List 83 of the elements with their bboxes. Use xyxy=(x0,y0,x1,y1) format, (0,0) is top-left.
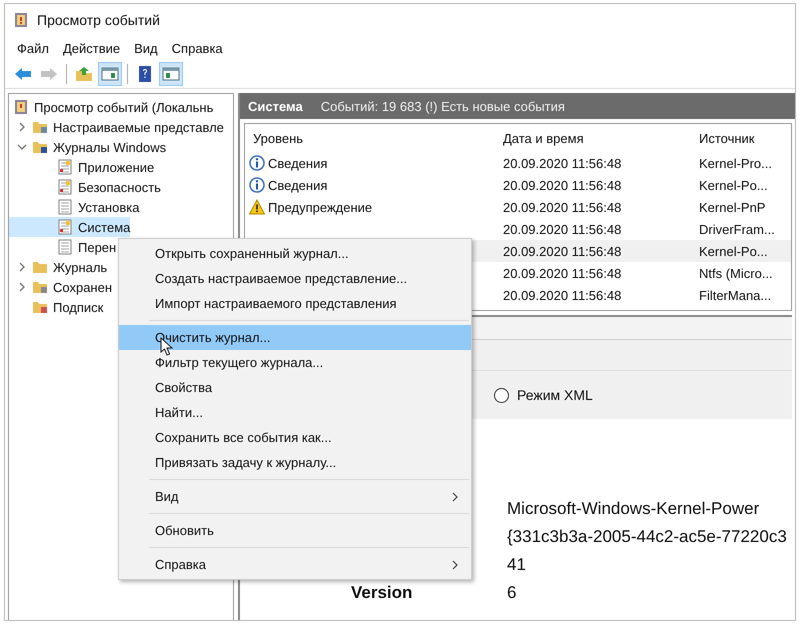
log-icon xyxy=(57,179,73,195)
folder-icon xyxy=(32,119,48,135)
table-cell-text: 20.09.2020 11:56:48 xyxy=(502,178,622,192)
tree-item[interactable]: Журналы Windows xyxy=(9,137,166,157)
table-cell-text: 20.09.2020 11:56:48 xyxy=(502,288,622,302)
menu-item[interactable]: Привязать задачу к журналу... xyxy=(119,450,471,475)
menu-item[interactable]: Вид xyxy=(119,484,471,509)
pane-icon xyxy=(162,65,180,83)
folder-icon xyxy=(32,279,48,295)
column-header[interactable]: Уровень xyxy=(245,130,495,146)
table-cell-text: Kernel-PnP xyxy=(698,200,766,214)
menu-item[interactable]: Файл xyxy=(11,38,55,58)
event-count: Событий: 19 683 (!) Есть новые события xyxy=(320,98,565,114)
chevron-down-icon[interactable] xyxy=(17,142,27,152)
property-value: 6 xyxy=(507,583,518,603)
table-cell-text: DriverFram... xyxy=(698,222,776,236)
table-cell-text: Kernel-Po... xyxy=(698,244,769,258)
property-name: Version xyxy=(350,583,414,603)
table-cell-text: Kernel-Pro... xyxy=(698,156,773,170)
table-cell-text: 20.09.2020 11:56:48 xyxy=(502,244,622,258)
table-cell-text: Ntfs (Micro... xyxy=(698,266,774,280)
table-cell-text: FilterMana... xyxy=(698,288,772,302)
folder-up-icon xyxy=(75,65,93,83)
menu-item[interactable]: Сохранить все события как... xyxy=(119,425,471,450)
log-icon xyxy=(57,219,73,235)
menu-item[interactable]: Действие xyxy=(56,38,126,58)
left-arrow-icon xyxy=(14,65,32,83)
menu-item[interactable]: Фильтр текущего журнала... xyxy=(119,350,471,375)
table-cell-text: 20.09.2020 11:56:48 xyxy=(502,200,622,214)
table-cell-text: 20.09.2020 11:56:48 xyxy=(502,156,622,170)
tree-item[interactable]: Журналь xyxy=(9,257,108,277)
tree-item[interactable]: Просмотр событий (Локальнь xyxy=(9,97,214,117)
event-row[interactable]: Сведения 20.09.2020 11:56:48 Kernel-Po... xyxy=(245,174,791,196)
menu-item[interactable]: Найти... xyxy=(119,400,471,425)
tree-item[interactable]: Приложение xyxy=(9,157,154,177)
event-viewer-icon xyxy=(13,99,29,115)
tree-item[interactable]: Сохранен xyxy=(9,277,112,297)
log-title: Система xyxy=(248,98,303,114)
event-row[interactable]: Сведения 20.09.2020 11:56:48 Kernel-Pro... xyxy=(245,152,791,174)
property-value: 41 xyxy=(507,555,527,575)
menu-item[interactable]: Вид xyxy=(128,38,164,58)
menu-item[interactable]: Справка xyxy=(166,38,229,58)
help-icon xyxy=(136,65,154,83)
folder-icon xyxy=(32,299,48,315)
column-header[interactable]: Дата и время xyxy=(495,130,691,146)
tree-item[interactable]: Система xyxy=(9,217,130,237)
event-row[interactable]: 20.09.2020 11:56:48 DriverFram... xyxy=(245,218,791,240)
tree-item[interactable]: Безопасность xyxy=(9,177,161,197)
info-icon xyxy=(249,177,265,193)
xml-mode-radio[interactable]: Режим XML xyxy=(494,387,593,403)
tree-item[interactable]: Подписк xyxy=(9,297,104,317)
warning-icon xyxy=(249,199,265,215)
event-viewer-icon xyxy=(13,12,29,28)
folder-icon xyxy=(32,139,48,155)
log-icon xyxy=(57,199,73,215)
column-header[interactable]: Источник xyxy=(691,130,791,146)
table-cell-text: 20.09.2020 11:56:48 xyxy=(502,266,622,280)
tree-item[interactable]: Установка xyxy=(9,197,140,217)
table-cell: Сведения xyxy=(268,156,328,170)
window-title: Просмотр событий xyxy=(37,12,160,28)
pane-icon xyxy=(101,65,119,83)
action-pane-button[interactable] xyxy=(159,62,183,86)
folder-icon xyxy=(32,259,48,275)
table-cell: Предупреждение xyxy=(268,200,372,214)
tree-item[interactable]: Перен xyxy=(9,237,116,257)
log-icon xyxy=(57,159,73,175)
info-icon xyxy=(249,155,265,171)
event-row[interactable]: Предупреждение 20.09.2020 11:56:48 Kernel-PnP xyxy=(245,196,791,218)
chevron-right-icon[interactable] xyxy=(17,122,27,132)
property-value: {331c3b3a-2005-44c2-ac5e-77220c3 xyxy=(507,527,788,547)
menu-item[interactable]: Справка xyxy=(119,552,471,577)
menu-item[interactable]: Создать настраиваемое представление... xyxy=(119,266,471,291)
menu-item[interactable]: Импорт настраиваемого представления xyxy=(119,291,471,316)
tree-item[interactable]: Настраиваемые представле xyxy=(9,117,224,137)
menu-item[interactable]: Свойства xyxy=(119,375,471,400)
menu-item[interactable]: Обновить xyxy=(119,518,471,543)
table-cell-text: 20.09.2020 11:56:48 xyxy=(502,222,622,236)
property-value: Microsoft-Windows-Kernel-Power xyxy=(507,499,760,519)
table-cell: Сведения xyxy=(268,178,328,192)
right-arrow-icon xyxy=(40,65,58,83)
tree-pane-button[interactable] xyxy=(98,62,122,86)
table-cell-text: Kernel-Po... xyxy=(698,178,769,192)
log-icon xyxy=(57,239,73,255)
